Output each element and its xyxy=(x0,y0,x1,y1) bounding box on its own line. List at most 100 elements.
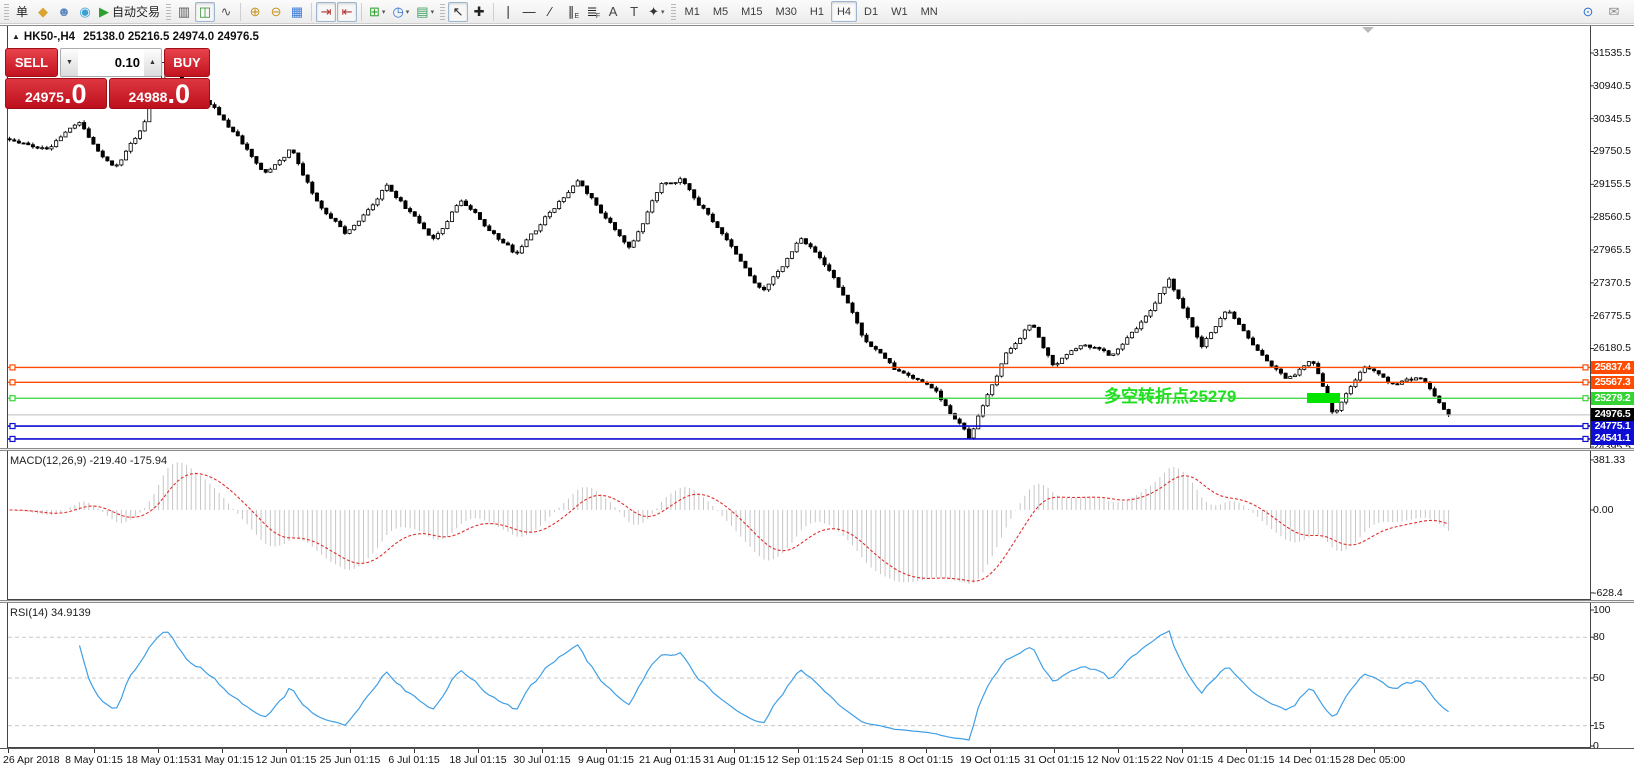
trendline-button[interactable]: ∕ xyxy=(540,2,560,22)
fibonacci-button[interactable]: ≣F xyxy=(582,2,602,22)
sell-price-main: 24975 xyxy=(25,87,64,107)
time-label: 31 Aug 01:15 xyxy=(703,754,765,766)
time-tick xyxy=(1374,749,1375,753)
annotation-text[interactable]: 多空转折点25279 xyxy=(1104,382,1236,407)
zoom-in-button[interactable]: ⊕ xyxy=(245,2,265,22)
timeframe-m30-button[interactable]: M30 xyxy=(770,1,803,22)
search-icon-button[interactable]: ⊙ xyxy=(1578,2,1598,22)
line-anchor[interactable] xyxy=(10,436,15,441)
cursor-button[interactable]: ↖ xyxy=(448,2,468,22)
chart-shift-button[interactable]: ⇤ xyxy=(337,2,357,22)
rsi-scale-label: 15 xyxy=(1593,720,1634,732)
tile-windows-button[interactable]: ▦ xyxy=(287,2,307,22)
time-label: 22 Nov 01:15 xyxy=(1151,754,1213,766)
autotrading-button[interactable]: ▶自动交易 xyxy=(96,2,163,22)
line-anchor[interactable] xyxy=(1583,380,1588,385)
toolbar-grip xyxy=(671,4,676,20)
level-price-label[interactable]: 25567.3 xyxy=(1591,376,1634,389)
periods-icon: ◷ xyxy=(392,4,403,20)
line-anchor[interactable] xyxy=(1583,396,1588,401)
level-price-label[interactable]: 25837.4 xyxy=(1591,361,1634,374)
chart-shift-marker[interactable] xyxy=(1362,27,1374,33)
sell-button[interactable]: SELL xyxy=(5,48,58,77)
periods-button[interactable]: ◷▾ xyxy=(389,2,412,22)
chat-bubbles-icon-button[interactable]: ✉ xyxy=(1604,2,1624,22)
templates-button[interactable]: ▤▾ xyxy=(413,2,437,22)
line-anchor[interactable] xyxy=(1583,436,1588,441)
toolbar-grip xyxy=(166,4,171,20)
dropdown-arrow-icon[interactable]: ▾ xyxy=(431,8,435,16)
notebook-icon[interactable]: ◆ xyxy=(33,2,53,22)
auto-scroll-button[interactable]: ⇥ xyxy=(316,2,336,22)
volume-increase-button[interactable]: ▲ xyxy=(144,49,161,76)
chat-bubbles-icon-icon: ✉ xyxy=(1609,4,1620,20)
buy-price-main: 24988 xyxy=(129,87,168,107)
signal-icon-icon: ◉ xyxy=(79,4,90,20)
buy-price-button[interactable]: 24988 .0 xyxy=(109,78,211,109)
line-anchor[interactable] xyxy=(1583,424,1588,429)
volume-input[interactable] xyxy=(78,49,144,76)
line-chart-button[interactable]: ∿ xyxy=(216,2,236,22)
equidistant-channel-button[interactable]: ∥E xyxy=(561,2,581,22)
new-order-button[interactable]: 单 xyxy=(12,2,32,22)
macd-scale-label: 381.33 xyxy=(1593,454,1634,466)
time-axis[interactable]: 26 Apr 20188 May 01:1518 May 01:1531 May… xyxy=(0,748,1634,774)
timeframe-mn-button[interactable]: MN xyxy=(915,1,944,22)
collapse-triangle-icon[interactable]: ▲ xyxy=(12,32,20,41)
text-button[interactable]: A xyxy=(603,2,623,22)
dropdown-arrow-icon[interactable]: ▾ xyxy=(661,8,665,16)
macd-plot[interactable] xyxy=(0,451,1634,600)
sell-price-button[interactable]: 24975 .0 xyxy=(5,78,107,109)
time-tick xyxy=(478,749,479,753)
level-price-label[interactable]: 24775.1 xyxy=(1591,420,1634,433)
horizontal-line-icon: — xyxy=(523,4,536,19)
line-anchor[interactable] xyxy=(10,380,15,385)
dropdown-arrow-icon[interactable]: ▾ xyxy=(382,8,386,16)
toolbar-group-new: ⊞▾◷▾▤▾ xyxy=(366,2,437,22)
text-label-button[interactable]: T xyxy=(624,2,644,22)
candlestick-button[interactable]: ◫ xyxy=(195,2,215,22)
time-tick xyxy=(1182,749,1183,753)
timeframe-m1-button[interactable]: M1 xyxy=(679,1,706,22)
zoom-out-button[interactable]: ⊖ xyxy=(266,2,286,22)
volume-decrease-button[interactable]: ▼ xyxy=(61,49,78,76)
time-tick xyxy=(1054,749,1055,753)
line-anchor[interactable] xyxy=(10,396,15,401)
highlight-rectangle[interactable] xyxy=(1307,393,1340,403)
buy-button[interactable]: BUY xyxy=(164,48,210,77)
macd-scale-label: -628.4 xyxy=(1593,587,1634,599)
toolbar-grip xyxy=(4,4,9,20)
signal-icon[interactable]: ◉ xyxy=(75,2,95,22)
timeframe-m15-button[interactable]: M15 xyxy=(735,1,768,22)
timeframe-m5-button[interactable]: M5 xyxy=(707,1,734,22)
vertical-line-button[interactable]: ∣ xyxy=(498,2,518,22)
toolbar-group-scroll: ⇥⇤ xyxy=(316,2,357,22)
line-anchor[interactable] xyxy=(1583,365,1588,370)
one-click-trading-panel: SELL ▼ ▲ BUY 24975 .0 24988 .0 xyxy=(5,48,210,109)
arrows-button[interactable]: ✦▾ xyxy=(645,2,667,22)
time-tick xyxy=(606,749,607,753)
time-tick xyxy=(734,749,735,753)
timeframe-h4-button[interactable]: H4 xyxy=(831,1,857,22)
price-tick-label: 30940.5 xyxy=(1593,80,1634,92)
rsi-plot[interactable] xyxy=(0,603,1634,748)
timeframe-d1-button[interactable]: D1 xyxy=(858,1,884,22)
horizontal-line-button[interactable]: — xyxy=(519,2,539,22)
main-chart-plot[interactable] xyxy=(0,26,1634,449)
auto-scroll-icon: ⇥ xyxy=(321,4,332,20)
timeframe-w1-button[interactable]: W1 xyxy=(885,1,914,22)
dropdown-arrow-icon[interactable]: ▾ xyxy=(406,8,410,16)
time-label: 14 Dec 01:15 xyxy=(1279,754,1341,766)
bar-chart-button[interactable]: ▥ xyxy=(174,2,194,22)
crosshair-button[interactable]: ✚ xyxy=(469,2,489,22)
new-chart-icon: ⊞ xyxy=(369,4,380,20)
level-price-label[interactable]: 24541.1 xyxy=(1591,432,1634,445)
new-chart-button[interactable]: ⊞▾ xyxy=(366,2,388,22)
time-label: 26 Apr 2018 xyxy=(3,754,60,766)
time-label: 18 May 01:15 xyxy=(126,754,190,766)
line-anchor[interactable] xyxy=(10,365,15,370)
timeframe-h1-button[interactable]: H1 xyxy=(804,1,830,22)
expert-advisor-icon[interactable]: ☻ xyxy=(54,2,74,22)
line-anchor[interactable] xyxy=(10,424,15,429)
level-price-label[interactable]: 25279.2 xyxy=(1591,392,1634,405)
